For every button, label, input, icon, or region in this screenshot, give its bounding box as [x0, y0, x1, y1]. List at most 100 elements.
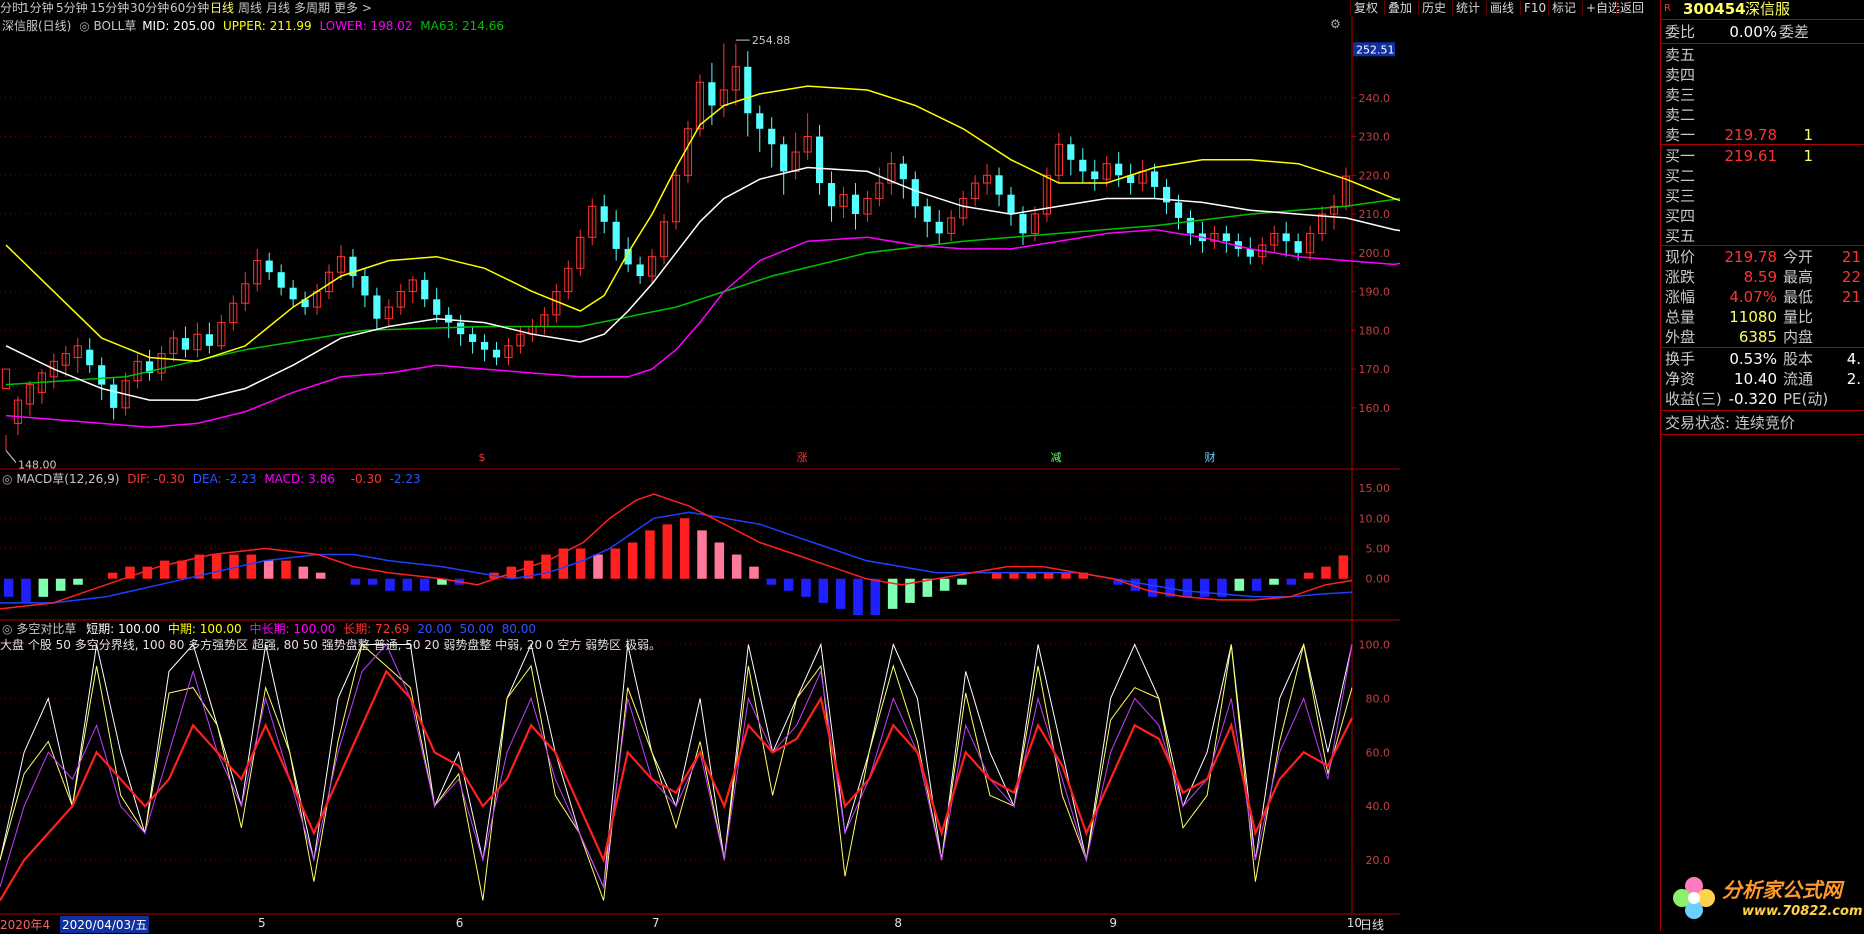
date-label-0: 2020年4 — [0, 918, 51, 932]
period-tab-1[interactable]: 1分钟 — [22, 0, 54, 16]
toolbar-button-1[interactable]: 叠加 — [1388, 0, 1412, 16]
buy-level-3[interactable]: 买三 — [1661, 186, 1864, 206]
price-tick-label: 190.0 — [1359, 286, 1391, 299]
price-tick-label: 170.0 — [1359, 363, 1391, 376]
candle-down — [86, 349, 94, 366]
event-marker: 涨 — [797, 451, 808, 464]
price-tick-label: 240.0 — [1359, 92, 1391, 105]
macd-extra-2: -2.23 — [389, 472, 421, 486]
ls-midlong-line — [0, 643, 1353, 889]
candle-down — [815, 136, 824, 184]
candle-down — [1222, 233, 1230, 242]
settings-icon[interactable]: ◎ — [2, 622, 12, 636]
period-tab-6[interactable]: 日线 — [210, 0, 234, 16]
candle-down — [1067, 144, 1075, 160]
toolbar-separator — [1548, 1, 1549, 15]
ls-description: 大盘 个股 50 多空分界线, 100 80 多方强势区 超强, 80 50 强… — [0, 638, 661, 652]
logo-text: 分析家公式网 — [1722, 878, 1842, 902]
period-tab-2[interactable]: 5分钟 — [56, 0, 88, 16]
buy-level-4[interactable]: 买四 — [1661, 206, 1864, 226]
stat-row-2: 涨幅 4.07% 最低 21 — [1665, 288, 1861, 306]
toolbar-separator — [1384, 1, 1385, 15]
toolbar-button-4[interactable]: 画线 — [1490, 0, 1514, 16]
candle-down — [923, 206, 931, 222]
settings-icon[interactable]: ◎ — [2, 472, 12, 486]
period-tab-9[interactable]: 多周期 — [294, 0, 330, 16]
period-toolbar: 分时 1分钟 5分钟 15分钟 30分钟 60分钟 日线 周线 月线 多周期 更多 > 复权 叠加 历史统… — [0, 0, 1660, 16]
ls-tick-label: 40.0 — [1366, 800, 1391, 813]
period-tab-3[interactable]: 15分钟 — [90, 0, 129, 16]
candle-down — [1174, 202, 1183, 218]
low-marker-line — [5, 450, 17, 463]
ma63-value: MA63: 214.66 — [420, 19, 504, 33]
ls-ref-2: 50.00 — [459, 622, 494, 636]
candle-down — [1007, 194, 1015, 215]
macd-extra-1: -0.30 — [350, 472, 382, 486]
toolbar-button-7[interactable]: +自选 — [1586, 0, 1620, 16]
candle-down — [899, 163, 907, 180]
candle-down — [445, 314, 453, 323]
period-tab-8[interactable]: 月线 — [266, 0, 290, 16]
weibi-value: 0.00% — [1729, 23, 1777, 41]
ls-ref-1: 20.00 — [417, 622, 452, 636]
settings-icon[interactable]: ◎ — [79, 19, 89, 33]
buy-level-5[interactable]: 买五 — [1661, 226, 1864, 246]
toolbar-button-5[interactable]: F10 — [1524, 0, 1546, 16]
date-label-3: 6 — [455, 916, 464, 930]
event-marker: 减 — [1051, 451, 1062, 464]
candle-down — [98, 365, 106, 385]
period-tab-7[interactable]: 周线 — [238, 0, 262, 16]
sell-level-3[interactable]: 卖三 — [1661, 85, 1864, 105]
sell-level-2[interactable]: 卖二 — [1661, 105, 1864, 125]
candle-up — [1, 368, 11, 389]
candle-down — [421, 279, 429, 300]
candle-down — [768, 128, 776, 145]
candle-down — [1079, 159, 1087, 172]
buy-level-1[interactable]: 买一 219.61 1 — [1661, 146, 1864, 166]
candle-down — [433, 299, 441, 315]
candle-down — [1115, 163, 1123, 176]
macd-tick-label: 0.00 — [1366, 573, 1391, 586]
boll-lower-line — [5, 228, 1418, 428]
macd-tick-label: 10.00 — [1359, 512, 1391, 525]
chart-gear-icon[interactable]: ⚙ — [1330, 17, 1341, 31]
candle-down — [935, 221, 943, 234]
period-tab-0[interactable]: 分时 — [0, 0, 24, 16]
period-tab-10[interactable]: 更多 > — [334, 0, 372, 16]
stat-row-4: 外盘 6385 内盘 — [1665, 328, 1814, 346]
boll-name: BOLL草 — [93, 19, 137, 33]
ls-midlong-value: 中长期: 100.00 — [249, 622, 336, 636]
date-label-2: 5 — [258, 916, 266, 930]
ls-tick-label: 80.0 — [1366, 692, 1391, 705]
toolbar-button-8[interactable]: 返回 — [1620, 0, 1644, 16]
ls-info-line: ◎ 多空对比草 短期: 100.00 中期: 100.00 中长期: 100.0… — [2, 620, 536, 637]
buy-level-2[interactable]: 买二 — [1661, 166, 1864, 186]
candle-down — [457, 322, 465, 335]
toolbar-button-0[interactable]: 复权 — [1354, 0, 1378, 16]
ls-short-value: 短期: 100.00 — [86, 622, 161, 636]
date-label-4: 7 — [651, 916, 660, 930]
candle-down — [1186, 217, 1195, 234]
date-label-1: 2020/04/03/五 — [60, 916, 150, 933]
macd-tick-label: 5.00 — [1366, 543, 1391, 556]
ls-tick-label: 20.0 — [1366, 854, 1391, 867]
toolbar-separator — [1520, 1, 1521, 15]
quote-panel: R 300454 深信服 委比 0.00% 委差 交易状态: 连续竞价 卖五 卖四… — [1660, 0, 1864, 931]
sell-level-4[interactable]: 卖四 — [1661, 65, 1864, 85]
date-label-6: 9 — [1109, 916, 1118, 930]
candle-down — [1091, 171, 1099, 180]
sell-level-1[interactable]: 卖一 219.78 1 — [1661, 125, 1864, 145]
ls-mid-line — [0, 643, 1353, 901]
candle-down — [469, 334, 477, 342]
ls-name: 多空对比草 — [16, 622, 77, 636]
period-tab-4[interactable]: 30分钟 — [130, 0, 169, 16]
candle-down — [612, 221, 620, 249]
candle-down — [851, 194, 860, 215]
flower-logo-icon — [1673, 877, 1715, 919]
candle-down — [480, 341, 489, 350]
toolbar-button-3[interactable]: 统计 — [1456, 0, 1480, 16]
period-tab-5[interactable]: 60分钟 — [170, 0, 209, 16]
toolbar-button-6[interactable]: 标记 — [1552, 0, 1576, 16]
toolbar-button-2[interactable]: 历史 — [1422, 0, 1446, 16]
sell-level-5[interactable]: 卖五 — [1661, 45, 1864, 65]
